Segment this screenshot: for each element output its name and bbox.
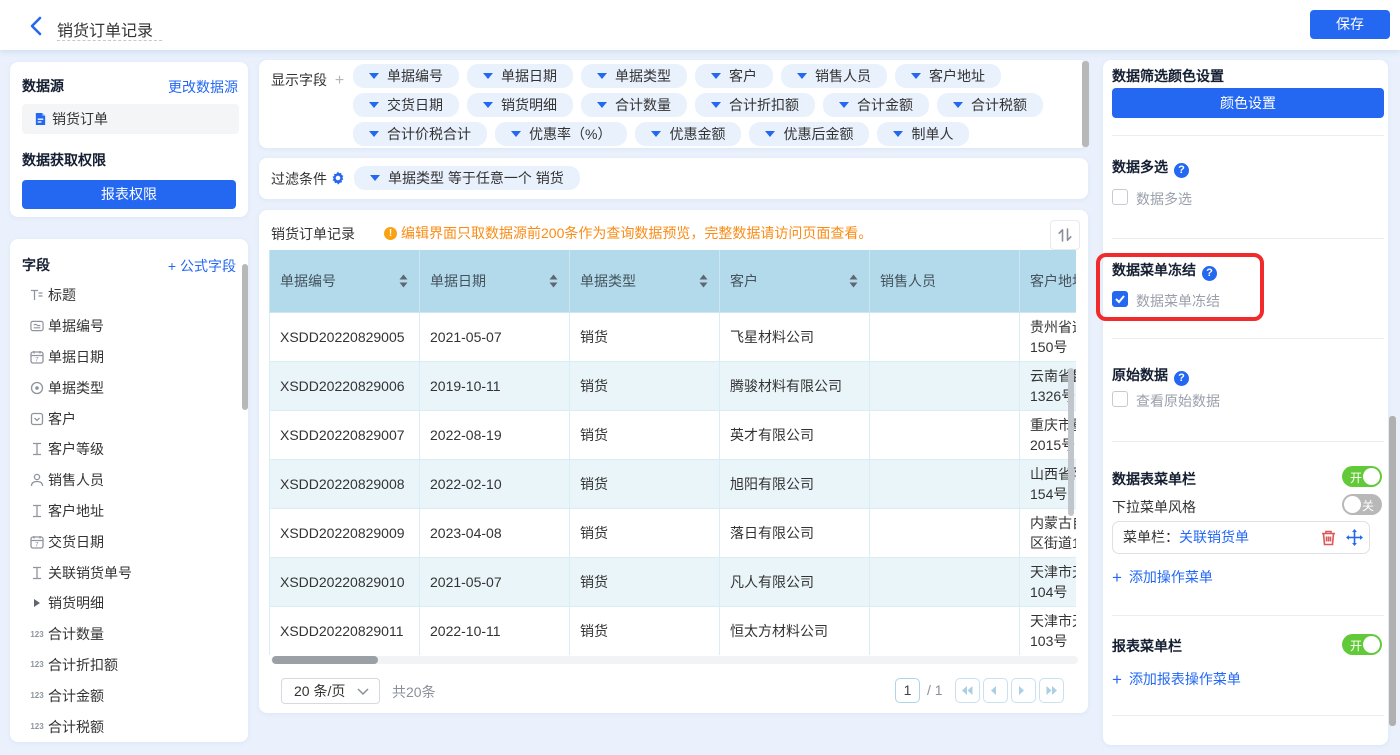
svg-text:7: 7 <box>35 356 39 363</box>
svg-text:7: 7 <box>35 541 39 548</box>
